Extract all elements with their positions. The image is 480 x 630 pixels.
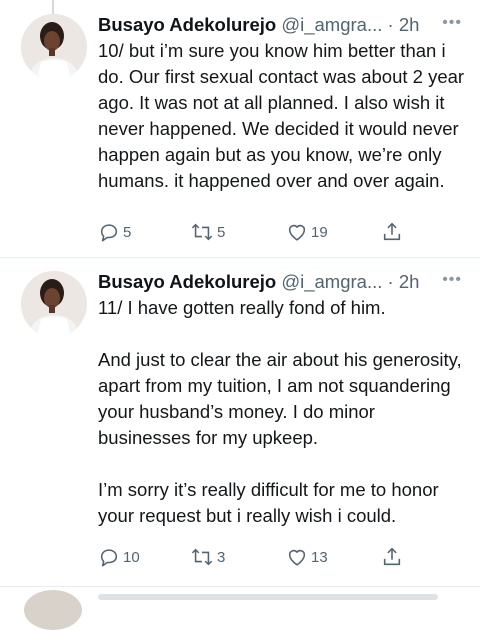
reply-icon (98, 546, 120, 568)
tweet-actions: 10 3 13 (98, 543, 418, 571)
tweet-timestamp[interactable]: 2h (399, 14, 420, 35)
reply-icon (98, 221, 120, 243)
author-name[interactable]: Busayo Adekolurejo (98, 14, 276, 35)
next-tweet-preview (98, 594, 438, 600)
share-button[interactable] (381, 543, 403, 571)
author-handle[interactable]: @i_amgra... (281, 271, 382, 292)
tweet-header: Busayo Adekolurejo @i_amgra... · 2h ••• (98, 12, 468, 38)
retweet-button[interactable]: 3 (190, 543, 225, 571)
tweet-header: Busayo Adekolurejo @i_amgra... · 2h ••• (98, 269, 468, 295)
like-icon (286, 221, 308, 243)
header-separator: · (382, 14, 399, 35)
more-options-icon[interactable]: ••• (442, 269, 462, 291)
like-icon (286, 546, 308, 568)
share-icon (381, 546, 403, 568)
author-handle[interactable]: @i_amgra... (281, 14, 382, 35)
next-tweet-avatar[interactable] (24, 590, 82, 630)
reply-count: 5 (123, 223, 132, 241)
author-name[interactable]: Busayo Adekolurejo (98, 271, 276, 292)
tweet-text: 11/ I have gotten really fond of him. An… (98, 297, 462, 526)
like-button[interactable]: 19 (286, 218, 328, 246)
share-icon (381, 221, 403, 243)
reply-count: 10 (123, 548, 140, 566)
like-button[interactable]: 13 (286, 543, 328, 571)
avatar-image (21, 271, 87, 337)
retweet-count: 3 (217, 548, 226, 566)
share-button[interactable] (381, 218, 403, 246)
retweet-icon (190, 546, 214, 568)
retweet-icon (190, 221, 214, 243)
tweet-timestamp[interactable]: 2h (399, 271, 420, 292)
header-separator: · (382, 271, 399, 292)
retweet-button[interactable]: 5 (190, 218, 225, 246)
avatar-image (21, 14, 87, 80)
tweet[interactable]: Busayo Adekolurejo @i_amgra... · 2h ••• … (0, 0, 480, 257)
tweet-divider (0, 586, 480, 587)
avatar[interactable] (21, 14, 87, 80)
like-count: 19 (311, 223, 328, 241)
more-options-icon[interactable]: ••• (442, 12, 462, 34)
retweet-count: 5 (217, 223, 226, 241)
like-count: 13 (311, 548, 328, 566)
tweet-text: 10/ but i’m sure you know him better tha… (98, 40, 470, 191)
tweet-actions: 5 5 19 (98, 218, 418, 246)
reply-button[interactable]: 5 (98, 218, 131, 246)
tweet[interactable]: Busayo Adekolurejo @i_amgra... · 2h ••• … (0, 257, 480, 592)
reply-button[interactable]: 10 (98, 543, 140, 571)
avatar[interactable] (21, 271, 87, 337)
